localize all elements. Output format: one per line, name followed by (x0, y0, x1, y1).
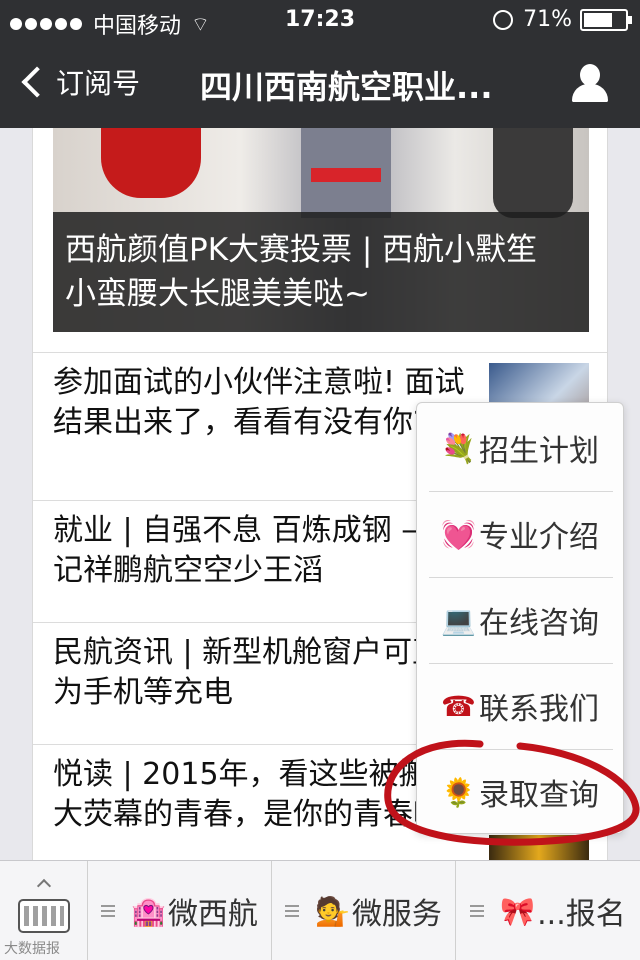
article-title: 悦读 | 2015年，看这些被搬上大荧幕的青春，是你的青春吗? (53, 757, 459, 832)
tab-wei-xihang[interactable]: 🏩 微西航 (88, 861, 272, 960)
telephone-icon: ☎ (441, 689, 476, 723)
submenu-icon (285, 905, 300, 917)
chevron-up-icon (36, 878, 52, 894)
menu-item-enrollment-plan[interactable]: 💐 招生计划 (417, 405, 625, 491)
status-bar: 中国移动 ⌔ 17:23 71% (0, 0, 640, 40)
article-thumbnail (489, 835, 589, 860)
popup-menu: 💐 招生计划 💓 专业介绍 💻 在线咨询 ☎ 联系我们 🌻 录取查询 (416, 402, 624, 834)
heart-icon: 💓 (441, 517, 476, 551)
keyboard-icon (18, 899, 70, 933)
menu-item-online-consult[interactable]: 💻 在线咨询 (417, 577, 625, 663)
tab-label: 微服务 (351, 897, 442, 932)
battery-icon (580, 8, 632, 31)
back-label: 订阅号 (56, 67, 141, 100)
battery-percent: 71% (523, 7, 572, 32)
page-title: 四川西南航空职业... (200, 68, 493, 106)
bouquet-icon: 💐 (441, 431, 476, 465)
nav-bar: 订阅号 四川西南航空职业... (0, 40, 640, 128)
menu-item-majors[interactable]: 💓 专业介绍 (417, 491, 625, 577)
article-title: 民航资讯 | 新型机舱窗户可直接为手机等充电 (53, 635, 473, 710)
info-desk-person-icon: 💁 (315, 894, 350, 928)
menu-item-admission-query[interactable]: 🌻 录取查询 (417, 749, 625, 835)
building-icon: 🏩 (131, 894, 166, 928)
ribbon-icon: 🎀 (500, 894, 536, 928)
article-title: 参加面试的小伙伴注意啦! 面试结果出来了，看看有没有你? (53, 365, 465, 440)
menu-item-label: 专业介绍 (479, 520, 599, 555)
tab-label: 微西航 (167, 897, 258, 932)
menu-item-label: 在线咨询 (479, 606, 599, 641)
alarm-icon (493, 9, 514, 30)
article-title: 就业 | 自强不息 百炼成钢 ——记祥鹏航空空少王滔 (53, 513, 462, 588)
sunflower-icon: 🌻 (441, 775, 476, 809)
computer-icon: 💻 (441, 603, 476, 637)
back-chevron-icon (21, 66, 53, 98)
status-right: 71% (493, 7, 632, 32)
menu-item-label: 录取查询 (479, 778, 599, 813)
tab-label: ...报名 (537, 897, 626, 932)
menu-item-label: 招生计划 (479, 434, 599, 469)
hero-caption[interactable]: 西航颜值PK大赛投票 | 西航小默笙 小蛮腰大长腿美美哒~ (53, 212, 589, 332)
menu-item-contact-us[interactable]: ☎ 联系我们 (417, 663, 625, 749)
submenu-icon (101, 905, 116, 917)
tab-register[interactable]: 🎀 ...报名 (456, 861, 640, 960)
tab-wei-service[interactable]: 💁 微服务 (272, 861, 456, 960)
bottom-menu-bar: 🏩 微西航 💁 微服务 🎀 ...报名 (0, 860, 640, 960)
watermark: 大数据报 (4, 941, 60, 957)
person-icon[interactable] (570, 64, 610, 104)
menu-item-label: 联系我们 (479, 692, 599, 727)
submenu-icon (470, 905, 485, 917)
back-button[interactable]: 订阅号 (18, 62, 140, 102)
